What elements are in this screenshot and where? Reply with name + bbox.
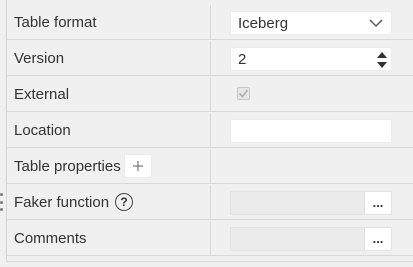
chevron-down-icon xyxy=(369,19,383,27)
add-property-button[interactable] xyxy=(123,154,152,178)
table-format-selected-value: Iceberg xyxy=(238,14,289,32)
comments-edit-button[interactable]: ... xyxy=(364,228,391,250)
version-label: Version xyxy=(14,49,65,67)
comments-label: Comments xyxy=(14,229,87,247)
version-row: Version 2 xyxy=(7,41,413,76)
comments-row: Comments ... xyxy=(7,221,413,256)
table-format-label: Table format xyxy=(14,13,97,31)
table-properties-label-cell: Table properties xyxy=(7,149,211,183)
version-value-cell: 2 xyxy=(212,41,413,75)
plus-icon xyxy=(132,161,143,171)
location-row: Location xyxy=(7,113,413,148)
faker-function-label-cell: Faker function ? xyxy=(7,185,211,219)
table-format-value-cell: Iceberg xyxy=(212,5,413,39)
table-properties-value-cell xyxy=(212,149,413,183)
table-properties-row: Table properties xyxy=(7,149,413,184)
version-label-cell: Version xyxy=(7,41,211,75)
faker-function-input[interactable]: ... xyxy=(230,191,392,215)
checkmark-icon xyxy=(238,89,249,98)
external-row: External xyxy=(7,77,413,112)
table-format-row: Table format Iceberg xyxy=(7,5,413,40)
properties-panel: Table format Iceberg Version 2 External … xyxy=(6,0,413,262)
version-value: 2 xyxy=(238,50,247,68)
location-input[interactable] xyxy=(230,119,392,143)
comments-value-cell: ... xyxy=(212,221,413,255)
table-properties-label: Table properties xyxy=(14,157,121,175)
location-label: Location xyxy=(14,121,71,139)
external-checkbox[interactable] xyxy=(237,87,250,100)
faker-function-row: Faker function ? ... xyxy=(7,185,413,220)
comments-input[interactable]: ... xyxy=(230,227,392,251)
faker-function-label: Faker function xyxy=(14,193,110,211)
external-label: External xyxy=(14,85,70,103)
version-number-input[interactable]: 2 xyxy=(230,47,392,71)
resize-handle[interactable] xyxy=(0,193,3,211)
spinner-arrows-icon[interactable] xyxy=(376,50,388,70)
location-value-cell xyxy=(212,113,413,147)
faker-function-value-cell: ... xyxy=(212,185,413,219)
faker-function-browse-button[interactable]: ... xyxy=(364,192,391,214)
help-icon[interactable]: ? xyxy=(115,193,134,211)
table-format-select[interactable]: Iceberg xyxy=(230,11,392,35)
external-value-cell xyxy=(212,77,413,111)
comments-label-cell: Comments xyxy=(7,221,211,255)
location-label-cell: Location xyxy=(7,113,211,147)
external-label-cell: External xyxy=(7,77,211,111)
table-format-label-cell: Table format xyxy=(7,5,211,39)
